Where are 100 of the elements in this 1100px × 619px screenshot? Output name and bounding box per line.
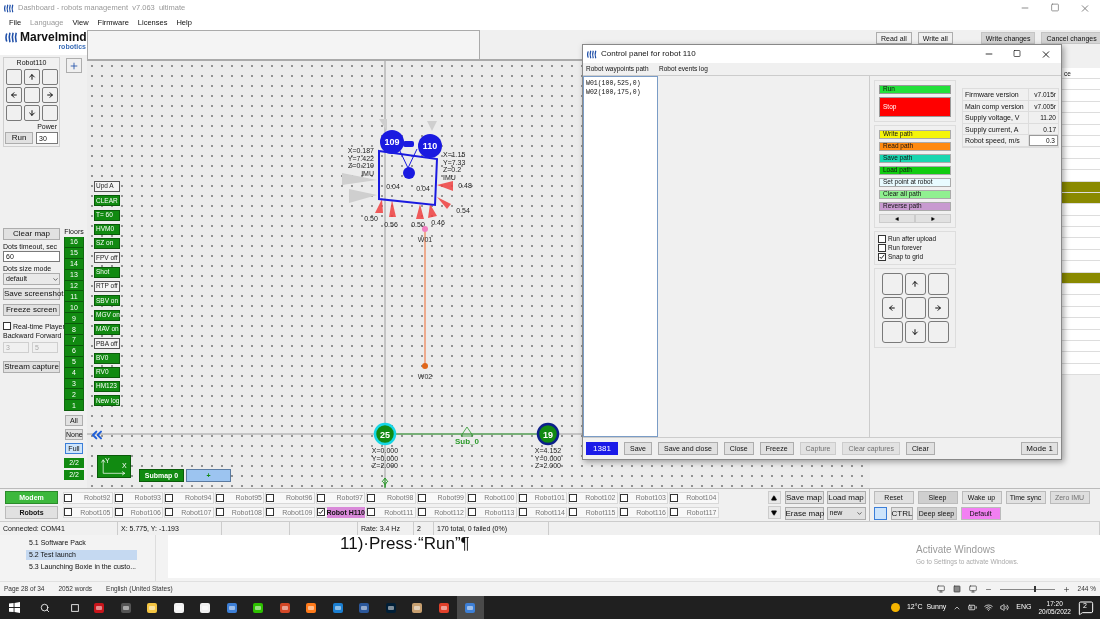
wifi-icon[interactable] <box>984 603 994 612</box>
blank-pad-button[interactable] <box>41 69 58 85</box>
clear-map-button[interactable]: Clear map <box>3 228 60 240</box>
robot-marker[interactable]: 110 <box>418 134 442 158</box>
tile-app-icon <box>225 601 238 614</box>
run-button[interactable]: Run <box>5 132 33 144</box>
stream-capture-button[interactable]: Stream capture <box>3 361 60 373</box>
battery-icon[interactable] <box>968 603 978 612</box>
previous-button[interactable] <box>879 214 915 223</box>
robot-frame <box>378 141 439 207</box>
robot-checkbox[interactable] <box>316 508 325 517</box>
blank-pad-button[interactable] <box>5 69 22 85</box>
search-icon[interactable] <box>40 602 50 613</box>
arrow-up-icon <box>27 73 36 81</box>
triangle-up-icon <box>771 494 777 501</box>
robot-checkbox[interactable] <box>215 493 224 502</box>
robot-checkbox[interactable] <box>569 493 577 502</box>
robot-checkbox[interactable] <box>266 508 274 517</box>
robot-checkbox[interactable] <box>165 508 173 517</box>
arrow-up-icon <box>911 280 919 288</box>
triangle-down-icon <box>771 509 777 516</box>
robot-marker[interactable]: 109 <box>380 130 404 154</box>
check-icon <box>879 254 885 260</box>
save-map-button[interactable]: Save map <box>784 491 824 504</box>
robot-checkbox[interactable] <box>165 493 173 502</box>
robot-checkbox[interactable] <box>670 493 678 502</box>
blank-pad-button[interactable] <box>23 87 40 103</box>
scroll-down-button[interactable] <box>767 506 781 519</box>
robot-checkbox[interactable] <box>417 508 426 517</box>
beacon-marker[interactable]: 19 <box>536 422 560 446</box>
print-layout-icon[interactable] <box>952 585 961 593</box>
scroll-up-button[interactable] <box>767 491 781 504</box>
up-arrow-button[interactable] <box>904 273 926 295</box>
left-arrow-button[interactable] <box>881 297 903 319</box>
right-arrow-button[interactable] <box>927 297 949 319</box>
blank-pad-button[interactable] <box>927 273 949 295</box>
robot-checkbox[interactable] <box>114 493 123 502</box>
mode-button[interactable]: Mode 1 <box>1021 442 1058 455</box>
beacon-marker[interactable]: 25 <box>373 422 397 446</box>
robot-checkbox[interactable] <box>569 508 577 517</box>
arrow-left-icon <box>9 91 18 99</box>
next-button[interactable] <box>915 214 951 223</box>
crosshair-icon <box>69 60 79 71</box>
read-mode-icon[interactable] <box>936 585 945 593</box>
volume-icon[interactable] <box>1000 603 1010 612</box>
erase-map-button[interactable]: Erase map <box>784 507 824 520</box>
zoom-in-icon[interactable] <box>1062 585 1070 593</box>
right-arrow-button[interactable] <box>41 87 58 103</box>
realtime-player-checkbox[interactable] <box>3 322 11 330</box>
start-icon[interactable] <box>9 602 20 613</box>
robot-checkbox[interactable] <box>64 508 72 517</box>
robot-checkbox[interactable] <box>619 493 628 502</box>
robot-checkbox[interactable] <box>215 508 224 517</box>
robot-checkbox[interactable] <box>266 493 274 502</box>
blank-pad-button[interactable] <box>881 321 903 343</box>
task-view-icon[interactable] <box>70 602 80 613</box>
tile-app-icon <box>464 601 477 614</box>
blank-pad-button[interactable] <box>5 105 22 121</box>
option-checkbox[interactable] <box>878 244 886 252</box>
option-checkbox[interactable] <box>878 253 886 261</box>
sun-icon <box>890 603 900 612</box>
down-arrow-button[interactable] <box>23 105 40 121</box>
y-axis-arrow <box>381 477 389 488</box>
chevron-down-icon <box>855 510 863 517</box>
chevron-down-icon <box>52 275 59 283</box>
blank-pad-button[interactable] <box>41 105 58 121</box>
document-text: 11)·Press·“Run”¶ <box>340 535 470 552</box>
arrow-down-icon <box>27 109 36 117</box>
robot-checkbox[interactable] <box>367 493 375 502</box>
triangle-left-icon <box>895 216 899 221</box>
left-arrow-button[interactable] <box>5 87 22 103</box>
robot-checkbox[interactable] <box>468 493 476 502</box>
blank-pad-button[interactable] <box>904 297 926 319</box>
down-arrow-button[interactable] <box>904 321 926 343</box>
arrow-left-icon <box>888 304 896 312</box>
robot-checkbox[interactable] <box>468 508 476 517</box>
blank-pad-button[interactable] <box>927 321 949 343</box>
activation-title: Activate Windows <box>916 543 995 557</box>
freeze-screen-button[interactable]: Freeze screen <box>3 304 60 316</box>
robot-checkbox[interactable] <box>417 493 426 502</box>
robot-checkbox[interactable] <box>114 508 123 517</box>
web-layout-icon[interactable] <box>968 585 977 593</box>
arrow-right-icon <box>45 91 54 99</box>
robot-checkbox[interactable] <box>518 493 527 502</box>
ctrl-button[interactable]: CTRL <box>890 507 913 520</box>
check-icon <box>317 509 324 516</box>
robot-checkbox[interactable] <box>670 508 678 517</box>
robot-checkbox[interactable] <box>64 493 72 502</box>
load-map-button[interactable]: Load map <box>826 491 866 504</box>
counter-badge: 1381 <box>586 442 618 455</box>
blank-pad-button[interactable] <box>881 273 903 295</box>
option-checkbox[interactable] <box>878 235 886 243</box>
up-arrow-button[interactable] <box>23 69 40 85</box>
robot-checkbox[interactable] <box>367 508 375 517</box>
robot-checkbox[interactable] <box>619 508 628 517</box>
robot-checkbox[interactable] <box>316 493 325 502</box>
robot-checkbox[interactable] <box>518 508 527 517</box>
color-swatch[interactable] <box>873 507 887 520</box>
arrow-down-icon <box>911 328 919 336</box>
app-logo-icon <box>587 49 597 59</box>
